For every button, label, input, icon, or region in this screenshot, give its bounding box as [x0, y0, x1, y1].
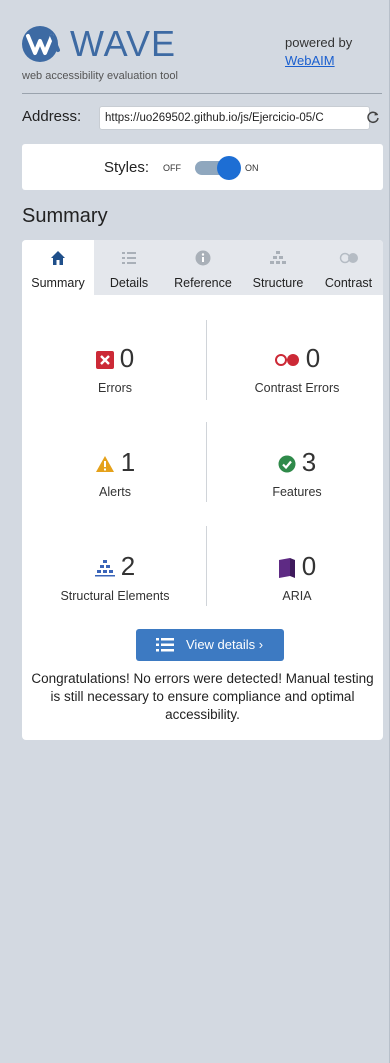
tab-summary-label: Summary	[31, 276, 85, 290]
tab-structure[interactable]: Structure	[242, 240, 314, 295]
tab-bar: Summary Details Reference Structure Cont…	[22, 240, 383, 295]
stat-structural-elements[interactable]: 2 Structural Elements	[30, 551, 200, 603]
aria-icon	[278, 558, 295, 579]
alerts-label: Alerts	[99, 485, 131, 499]
tab-structure-label: Structure	[252, 276, 304, 290]
contrast-icon	[314, 250, 383, 266]
tab-contrast-label: Contrast	[324, 276, 373, 290]
structural-elements-label: Structural Elements	[60, 589, 170, 603]
structure-icon	[94, 560, 115, 577]
wave-logo-icon	[22, 26, 60, 62]
list-icon	[156, 638, 174, 652]
stat-errors[interactable]: 0 Errors	[30, 343, 200, 395]
stat-contrast-errors[interactable]: 0 Contrast Errors	[212, 343, 382, 395]
wave-sidebar: WAVE web accessibility evaluation tool p…	[13, 0, 389, 1063]
errors-count: 0	[119, 343, 135, 373]
styles-toggle-card: Styles: OFF ON	[22, 144, 383, 190]
tab-reference-label: Reference	[174, 276, 232, 290]
address-bar: Address: https://uo269502.github.io/js/E…	[22, 106, 388, 130]
tab-reference[interactable]: Reference	[164, 240, 242, 295]
home-icon	[22, 250, 94, 266]
tab-details[interactable]: Details	[94, 240, 164, 295]
summary-panel: Summary Details Reference Structure Cont…	[22, 240, 383, 740]
contrast-errors-label: Contrast Errors	[254, 381, 340, 395]
stat-aria[interactable]: 0 ARIA	[212, 551, 382, 603]
styles-on-label: ON	[245, 163, 259, 173]
errors-label: Errors	[97, 381, 133, 395]
stat-divider	[206, 422, 207, 502]
stat-divider	[206, 320, 207, 400]
webaim-link[interactable]: WebAIM	[285, 52, 352, 70]
wave-tagline: web accessibility evaluation tool	[22, 70, 178, 82]
list-icon	[94, 250, 164, 266]
congratulations-message: Congratulations! No errors were detected…	[31, 671, 374, 722]
view-details-label: View details ›	[186, 637, 264, 652]
error-icon	[95, 351, 114, 370]
styles-toggle-knob[interactable]	[217, 156, 241, 180]
view-details-button[interactable]: View details ›	[136, 629, 284, 661]
tab-summary[interactable]: Summary	[22, 240, 94, 295]
address-input[interactable]: https://uo269502.github.io/js/Ejercicio-…	[99, 106, 370, 130]
wave-header: WAVE web accessibility evaluation tool p…	[22, 22, 374, 92]
wave-logo-text: WAVE	[70, 23, 177, 64]
powered-by-label: powered by	[285, 35, 353, 50]
features-label: Features	[272, 485, 322, 499]
stat-divider	[206, 526, 207, 606]
contrast-error-icon	[274, 354, 299, 367]
styles-off-label: OFF	[163, 163, 181, 173]
structure-icon	[242, 250, 314, 266]
address-label: Address:	[22, 108, 82, 125]
styles-label: Styles:	[104, 159, 150, 176]
contrast-errors-count: 0	[305, 343, 321, 373]
alert-icon	[95, 456, 114, 473]
header-divider	[22, 93, 382, 94]
structural-elements-count: 2	[120, 551, 136, 581]
stat-alerts[interactable]: 1 Alerts	[30, 447, 200, 499]
summary-heading: Summary	[22, 205, 108, 227]
aria-count: 0	[301, 551, 317, 581]
reload-icon[interactable]	[366, 110, 380, 124]
tab-details-label: Details	[109, 276, 149, 290]
aria-label: ARIA	[282, 589, 312, 603]
powered-by: powered by WebAIM	[285, 34, 352, 70]
tab-contrast[interactable]: Contrast	[314, 240, 383, 295]
feature-icon	[278, 455, 296, 473]
alerts-count: 1	[120, 447, 136, 477]
info-icon	[164, 250, 242, 266]
features-count: 3	[301, 447, 317, 477]
stat-features[interactable]: 3 Features	[212, 447, 382, 499]
